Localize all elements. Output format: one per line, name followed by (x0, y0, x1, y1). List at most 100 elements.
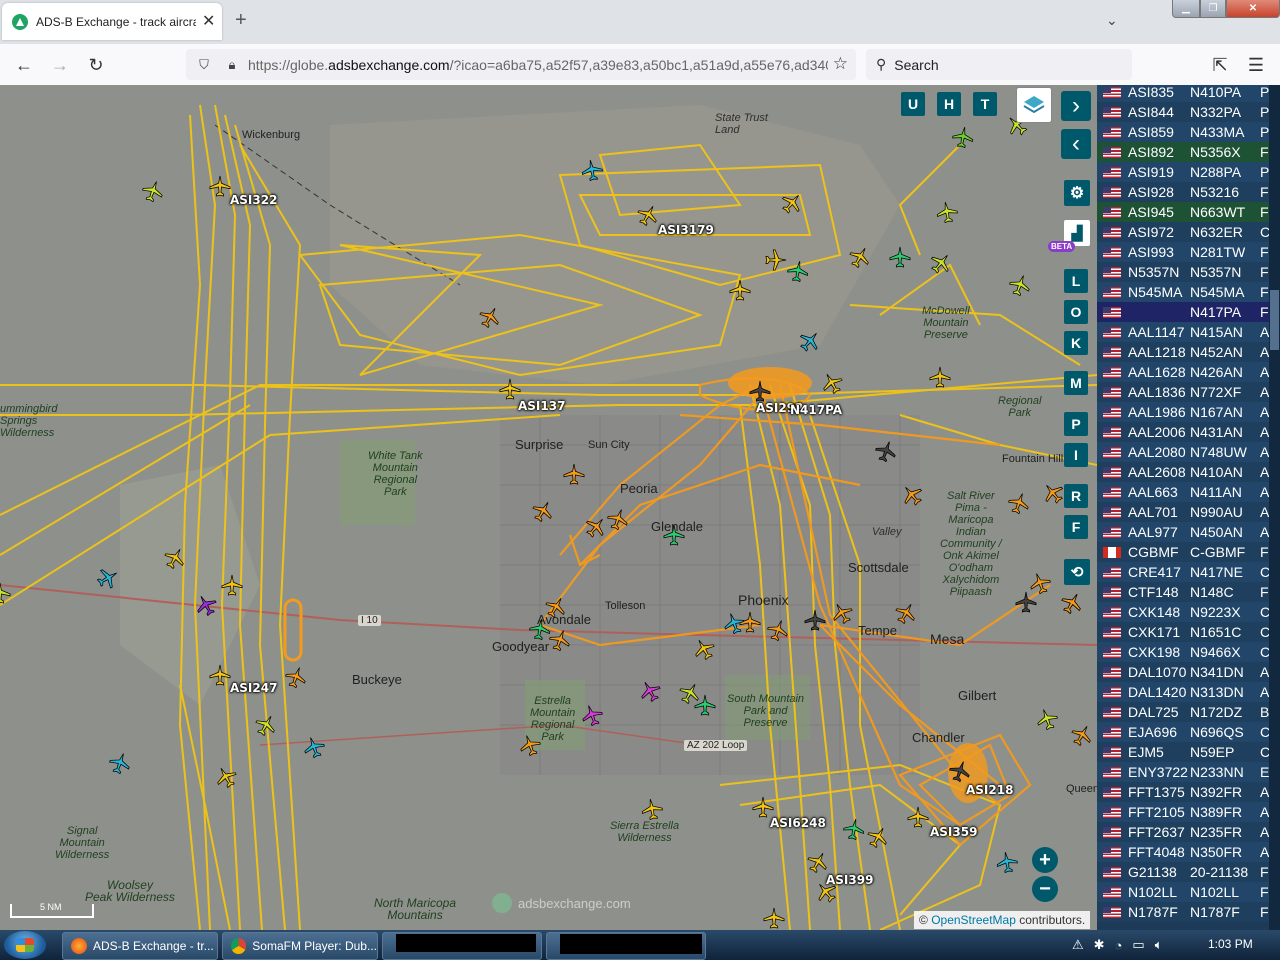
aircraft-icon[interactable] (532, 500, 554, 523)
aircraft-icon[interactable] (639, 680, 661, 703)
flight-map[interactable]: State Trust Land ummingbird Springs Wild… (0, 85, 1097, 930)
table-row[interactable]: N417PA F (1097, 302, 1280, 322)
aircraft-icon[interactable] (821, 372, 843, 395)
table-row[interactable]: AAL977 N450AN A (1097, 522, 1280, 542)
aircraft-icon[interactable] (729, 279, 751, 301)
aircraft-icon[interactable] (221, 574, 243, 596)
address-bar[interactable]: ⛉ 🔒︎ https://globe.adsbexchange.com/?ica… (186, 49, 856, 80)
bluetooth-icon[interactable]: ✱ (1094, 937, 1105, 953)
minimize-button[interactable]: ▁ (1172, 0, 1200, 18)
aircraft-icon[interactable] (849, 246, 871, 269)
tracking-shield-icon[interactable]: ⛉ (194, 57, 214, 73)
aircraft-icon[interactable] (694, 694, 716, 716)
callsign-asi247[interactable]: ASI247 (230, 681, 277, 695)
aircraft-icon[interactable] (637, 204, 659, 227)
table-row[interactable]: EJM5 N59EP C (1097, 742, 1280, 762)
table-row[interactable]: FFT2105 N389FR A (1097, 802, 1280, 822)
zoom-in-button[interactable]: + (1032, 847, 1058, 873)
table-row[interactable]: AAL663 N411AN A (1097, 482, 1280, 502)
aircraft-icon[interactable] (804, 609, 826, 631)
aircraft-icon[interactable] (581, 704, 603, 727)
table-row[interactable]: AAL2608 N410AN A (1097, 462, 1280, 482)
aircraft-icon[interactable] (529, 618, 551, 641)
aircraft-icon[interactable] (1042, 482, 1064, 504)
aircraft-icon[interactable] (799, 330, 821, 352)
aircraft-icon[interactable] (479, 306, 501, 329)
callsign-asi3179[interactable]: ASI3179 (658, 223, 714, 237)
table-row[interactable]: ASI928 N53216 F (1097, 182, 1280, 202)
aircraft-icon[interactable] (895, 602, 917, 625)
aircraft-icon[interactable] (195, 594, 217, 617)
new-tab-button[interactable]: + (235, 10, 247, 30)
aircraft-icon[interactable] (209, 664, 231, 686)
table-row[interactable]: FFT4048 N350FR A (1097, 842, 1280, 862)
aircraft-icon[interactable] (949, 760, 971, 783)
zoom-out-button[interactable]: − (1032, 876, 1058, 902)
aircraft-icon[interactable] (255, 714, 277, 737)
table-row[interactable]: ASI972 N632ER C (1097, 222, 1280, 242)
aircraft-icon[interactable] (303, 736, 325, 759)
aircraft-icon[interactable] (519, 734, 541, 757)
aircraft-table[interactable]: ASI835 N410PA P ASI844 N332PA P ASI859 N433MA P A… (1097, 85, 1280, 930)
expand-right-icon[interactable]: › (1061, 91, 1091, 121)
table-row[interactable]: CRE417 N417NE C (1097, 562, 1280, 582)
table-row[interactable]: N545MA N545MA F (1097, 282, 1280, 302)
table-row[interactable]: ENY3722 N233NN E (1097, 762, 1280, 782)
table-row[interactable]: DAL1070 N341DN A (1097, 662, 1280, 682)
table-row[interactable]: N5357N N5357N F (1097, 262, 1280, 282)
browser-tab[interactable]: ADS-B Exchange - track aircraft ✕ (2, 3, 222, 40)
aircraft-icon[interactable] (889, 246, 911, 268)
table-row[interactable]: N102LL N102LL F (1097, 882, 1280, 902)
aircraft-icon[interactable] (1009, 274, 1031, 297)
table-row[interactable]: AAL1218 N452AN A (1097, 342, 1280, 362)
aircraft-icon[interactable] (752, 796, 774, 818)
close-window-button[interactable]: ✕ (1226, 0, 1280, 18)
maximize-button[interactable]: ❐ (1200, 0, 1226, 18)
callsign-asi137[interactable]: ASI137 (518, 399, 565, 413)
toggle-t-button[interactable]: T (973, 92, 997, 116)
aircraft-icon[interactable] (907, 806, 929, 828)
aircraft-icon[interactable] (164, 547, 186, 570)
table-row[interactable]: DAL725 N172DZ B (1097, 702, 1280, 722)
table-row[interactable]: G21138 20-21138 F (1097, 862, 1280, 882)
toggle-r-button[interactable]: R (1064, 484, 1088, 508)
aircraft-icon[interactable] (936, 201, 958, 224)
table-row[interactable]: ASI892 N5356X F (1097, 142, 1280, 162)
aircraft-icon[interactable] (215, 766, 237, 789)
toggle-l-button[interactable]: L (1064, 269, 1088, 293)
openstreetmap-link[interactable]: OpenStreetMap (931, 913, 1016, 927)
aircraft-icon[interactable] (867, 826, 889, 849)
replay-icon[interactable]: ⟲ (1064, 559, 1090, 585)
reload-icon[interactable]: ↻ (84, 53, 108, 77)
table-row[interactable]: AAL2080 N748UW A (1097, 442, 1280, 462)
aircraft-icon[interactable] (843, 818, 865, 841)
table-row[interactable]: CTF148 N148C F (1097, 582, 1280, 602)
toggle-o-button[interactable]: O (1064, 300, 1088, 324)
aircraft-icon[interactable] (585, 516, 607, 538)
bookmark-star-icon[interactable]: ☆ (833, 54, 848, 74)
aircraft-icon[interactable] (1015, 591, 1037, 613)
back-arrow-icon[interactable]: ← (12, 53, 36, 77)
toggle-i-button[interactable]: I (1064, 443, 1088, 467)
aircraft-icon[interactable] (767, 619, 789, 642)
aircraft-icon[interactable] (807, 851, 829, 874)
callsign-asi6248[interactable]: ASI6248 (770, 816, 826, 830)
aircraft-icon[interactable] (787, 260, 809, 283)
toggle-k-button[interactable]: K (1064, 331, 1088, 355)
display-icon[interactable]: ▭ (1132, 937, 1144, 953)
collapse-left-icon[interactable]: ‹ (1061, 129, 1091, 159)
table-row[interactable]: AAL1147 N415AN A (1097, 322, 1280, 342)
aircraft-icon[interactable] (763, 907, 785, 929)
toggle-p-button[interactable]: P (1064, 412, 1088, 436)
toggle-u-button[interactable]: U (901, 92, 925, 116)
aircraft-icon[interactable] (96, 567, 119, 589)
aircraft-icon[interactable] (831, 602, 853, 625)
table-row[interactable]: DAL1420 N313DN A (1097, 682, 1280, 702)
aircraft-icon[interactable] (499, 378, 521, 400)
volume-icon[interactable]: 🔈︎ (1155, 937, 1163, 953)
menu-icon[interactable]: ☰ (1244, 53, 1268, 77)
table-row[interactable]: FFT1375 N392FR A (1097, 782, 1280, 802)
settings-gear-icon[interactable]: ⚙ (1064, 180, 1090, 206)
tab-close-icon[interactable]: ✕ (202, 13, 215, 30)
aircraft-icon[interactable] (563, 463, 585, 485)
